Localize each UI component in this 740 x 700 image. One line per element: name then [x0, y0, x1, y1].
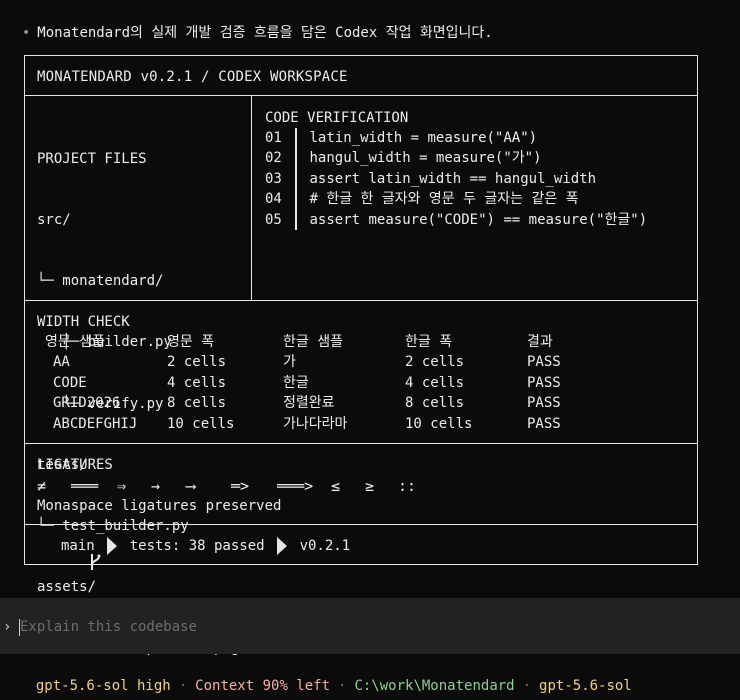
table-cell: 2 cells [167, 354, 227, 371]
table-cell: 10 cells [167, 415, 235, 432]
code-text: assert measure("CODE") == measure("한글") [309, 211, 648, 228]
file-tree-line[interactable]: └─ test_builder.py [37, 516, 239, 536]
column-header: 영문 폭 [167, 334, 215, 350]
prompt-input-area[interactable]: › Explain this codebase [0, 598, 740, 654]
divider [251, 95, 252, 300]
model-short-label: gpt-5.6-sol [539, 678, 632, 694]
line-number: 03 [265, 170, 282, 187]
ligature-glyph: ≤ [331, 477, 341, 495]
table-cell: PASS [527, 374, 561, 391]
workspace-title: MONATENDARD v0.2.1 / CODEX WORKSPACE [37, 69, 348, 85]
segment-arrow-icon [276, 537, 287, 555]
code-text: hangul_width = measure("가") [309, 150, 542, 167]
ligature-glyph: :: [398, 477, 417, 495]
ligature-glyph: ≥ [365, 477, 375, 495]
ligature-glyph: ⟶ [186, 477, 196, 495]
code-line: 04 # 한글 한 글자와 영문 두 글자는 같은 폭 [265, 189, 647, 210]
separator: · [522, 678, 532, 694]
gutter-bar [295, 209, 297, 230]
table-row: CODE 4 cells 한글 4 cells PASS [45, 373, 587, 393]
branch-name: main [61, 538, 95, 554]
width-check-heading: WIDTH CHECK [37, 314, 130, 330]
table-cell: 정렬완료 [283, 395, 335, 412]
table-cell: PASS [527, 415, 561, 432]
bullet: • [21, 25, 31, 41]
line-number: 05 [265, 211, 282, 228]
prompt-input[interactable]: Explain this codebase [20, 619, 197, 635]
assistant-message: • Monatendard의 실제 개발 검증 흐름을 담은 Codex 작업 화… [5, 6, 493, 42]
footer-status-bar: gpt-5.6-sol high · Context 90% left · C:\wor… [19, 659, 632, 695]
workspace-panel: MONATENDARD v0.2.1 / CODEX WORKSPACE PRO… [24, 55, 698, 656]
gutter-bar [295, 168, 297, 190]
table-cell: GRID2026 [53, 395, 121, 412]
ligatures-note: Monaspace ligatures preserved [37, 498, 282, 514]
code-text: latin_width = measure("AA") [309, 130, 538, 146]
segment-arrow-icon [106, 537, 117, 555]
table-cell: PASS [527, 395, 561, 412]
column-header: 영문 샘플 [45, 334, 105, 350]
column-header: 한글 샘플 [283, 334, 343, 350]
files-heading: PROJECT FILES [37, 150, 147, 167]
table-row: ABCDEFGHIJ 10 cells 가나다라마 10 cells PASS [45, 414, 587, 434]
table-cell: 8 cells [405, 395, 465, 412]
table-cell: 한글 [283, 374, 309, 391]
table-cell: 10 cells [405, 415, 473, 432]
gutter-bar [295, 148, 297, 169]
column-header: 결과 [527, 334, 553, 350]
table-cell: 2 cells [405, 354, 465, 371]
ligature-glyph: ═══> [277, 477, 314, 495]
code-text: # 한글 한 글자와 영문 두 글자는 같은 폭 [309, 191, 579, 208]
gutter-bar [295, 128, 297, 149]
ligatures-heading: LIGATURES [37, 457, 113, 473]
table-cell: PASS [527, 354, 561, 371]
code-line: 03 assert latin_width == hangul_width [265, 168, 647, 190]
gutter-bar [295, 189, 297, 210]
code-text: assert latin_width == hangul_width [309, 170, 597, 187]
version-label: v0.2.1 [299, 538, 351, 554]
git-branch-icon [37, 537, 101, 570]
table-cell: 4 cells [167, 374, 227, 391]
divider [25, 95, 697, 96]
code-line: 02 hangul_width = measure("가") [265, 148, 647, 169]
code-line: 05 assert measure("CODE") == measure("한글"… [265, 209, 648, 230]
line-number: 01 [265, 130, 282, 146]
table-cell: 가 [283, 354, 296, 371]
line-number: 02 [265, 150, 282, 167]
width-check-table: 영문 샘플 영문 폭 한글 샘플 한글 폭 결과 AA 2 cells 가 2 … [45, 332, 587, 434]
code-line: 01 latin_width = measure("AA") [265, 128, 647, 149]
column-header: 한글 폭 [405, 334, 453, 350]
line-number: 04 [265, 191, 282, 208]
ligature-glyph: ═> [231, 477, 250, 495]
table-row: GRID2026 8 cells 정렬완료 8 cells PASS [45, 393, 587, 413]
table-cell: AA [53, 354, 70, 371]
ligature-glyph: → [151, 477, 161, 495]
file-tree-line[interactable]: src/ [37, 210, 239, 230]
ligature-glyph: ≠ [37, 477, 47, 495]
message-text: Monatendard의 실제 개발 검증 흐름을 담은 Codex 작업 화면… [37, 25, 493, 41]
working-directory: C:\work\Monatendard [354, 678, 515, 694]
table-cell: 4 cells [405, 374, 465, 391]
table-header: 영문 샘플 영문 폭 한글 샘플 한글 폭 결과 [45, 332, 587, 352]
separator: · [178, 678, 188, 694]
separator: · [338, 678, 347, 694]
ligature-glyph: ⇒ [117, 477, 127, 495]
table-cell: ABCDEFGHIJ [53, 415, 138, 432]
test-status: tests: 38 passed [129, 538, 265, 554]
context-remaining: Context 90% left [195, 678, 331, 694]
status-line: main tests: 38 passed v0.2.1 [37, 536, 351, 570]
model-label: gpt-5.6-sol high [35, 678, 171, 694]
table-row: AA 2 cells 가 2 cells PASS [45, 352, 587, 372]
table-cell: CODE [53, 374, 87, 391]
code-block: 01 latin_width = measure("AA") 02 hangul_w… [265, 128, 647, 230]
table-cell: 가나다라마 [283, 415, 348, 432]
table-cell: 8 cells [167, 395, 227, 412]
prompt-chevron-icon: › [3, 619, 12, 635]
code-heading: CODE VERIFICATION [265, 110, 409, 126]
ligature-glyph: ═══ [71, 477, 99, 495]
file-tree-line[interactable]: └─ monatendard/ [37, 271, 239, 291]
